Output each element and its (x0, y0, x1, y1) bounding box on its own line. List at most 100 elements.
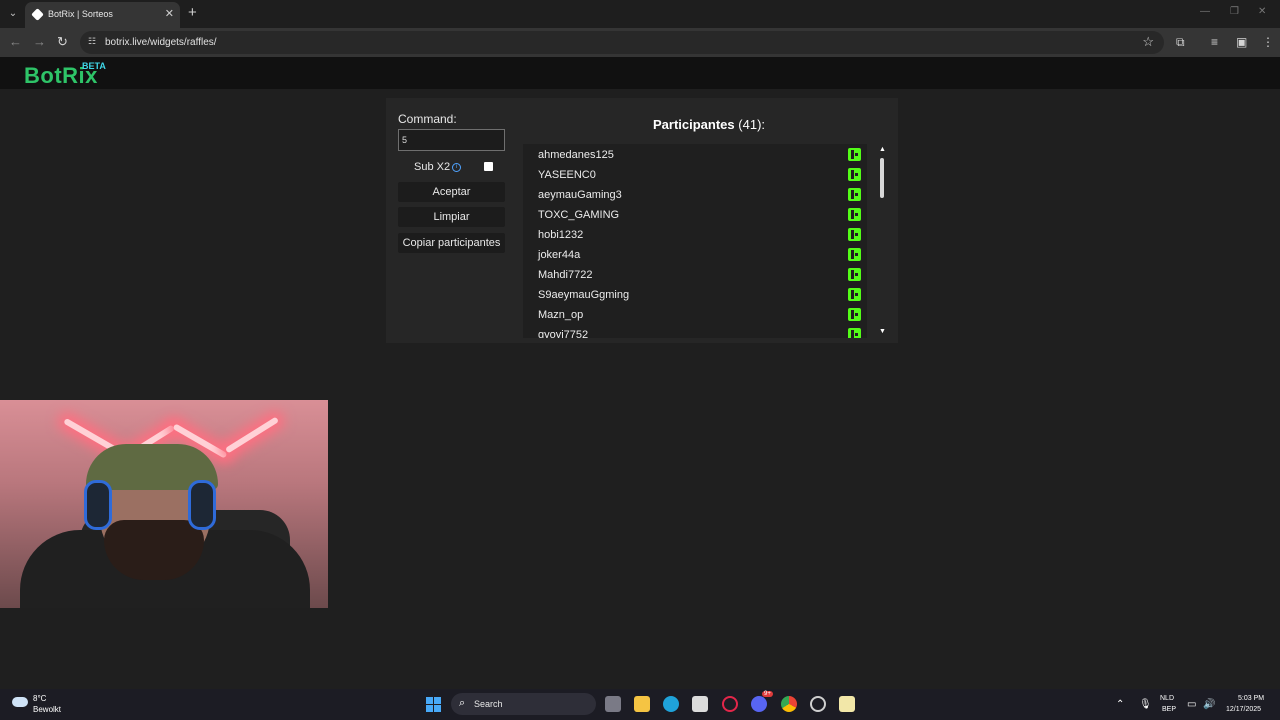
scroll-thumb[interactable] (880, 158, 884, 198)
participant-name: ahmedanes125 (538, 149, 614, 161)
clear-button[interactable]: Limpiar (398, 207, 505, 227)
sub-x2-label: Sub X2 (414, 161, 451, 173)
back-icon[interactable]: ← (9, 34, 22, 49)
copy-participants-button[interactable]: Copiar participantes (398, 233, 505, 253)
kick-icon (848, 308, 861, 321)
reload-icon[interactable]: ↻ (57, 34, 68, 50)
windows-start-icon[interactable] (426, 697, 441, 712)
windows-taskbar: 8°C Bewolkt ⌕ Search 9+ ⌃ 🎙 NLD BEP ▭ 🔊 … (0, 689, 1280, 720)
participant-row: S9aeymauGgming (523, 284, 863, 304)
clock-date[interactable]: 12/17/2025 (1226, 706, 1261, 713)
microphone-icon[interactable]: 🎙 (1139, 699, 1152, 710)
scroll-down-icon[interactable]: ▼ (879, 328, 886, 335)
kick-icon (848, 208, 861, 221)
url-text[interactable]: botrix.live/widgets/raffles/ (105, 37, 217, 48)
language-bottom[interactable]: BEP (1162, 706, 1176, 713)
discord-badge: 9+ (762, 691, 773, 697)
weather-desc[interactable]: Bewolkt (33, 705, 61, 714)
profile-icon[interactable]: ▣ (1236, 35, 1247, 49)
page-content: BotRix BETA Command: Sub X2 i Aceptar Li… (0, 57, 1280, 689)
clock-time[interactable]: 5:03 PM (1238, 695, 1264, 702)
streamer-beard (104, 520, 204, 580)
taskbar-search[interactable]: ⌕ Search (451, 693, 596, 715)
kick-icon (848, 328, 861, 338)
raffle-panel: Command: Sub X2 i Aceptar Limpiar Copiar… (386, 98, 898, 343)
search-icon: ⌕ (459, 697, 466, 709)
tab-close-icon[interactable]: ✕ (165, 7, 174, 20)
botrix-favicon-icon (31, 8, 44, 21)
participant-row: gyoyi7752 (523, 324, 863, 338)
participant-row: Mahdi7722 (523, 264, 863, 284)
participants-count: (41): (738, 117, 766, 132)
chrome-icon[interactable] (781, 696, 797, 712)
obs-icon[interactable] (810, 696, 826, 712)
tab-title: BotRix | Sorteos (48, 9, 113, 19)
address-bar[interactable]: ☷ botrix.live/widgets/raffles/ ☆ (80, 31, 1164, 54)
browser-tabstrip: ⌄ BotRix | Sorteos ✕ + — ❐ ✕ (0, 0, 1280, 28)
sub-x2-checkbox[interactable] (484, 162, 493, 171)
participant-row: joker44a (523, 244, 863, 264)
tab-search-icon[interactable]: ⌄ (5, 6, 21, 22)
weather-temp[interactable]: 8°C (33, 694, 46, 703)
participant-row: aeymauGaming3 (523, 184, 863, 204)
participant-row: ahmedanes125 (523, 144, 863, 164)
extensions-icon[interactable]: ⧉ (1176, 35, 1185, 50)
site-header: BotRix BETA (0, 57, 1280, 89)
tray-chevron-icon[interactable]: ⌃ (1116, 699, 1124, 710)
cloud-icon[interactable] (12, 697, 28, 707)
task-view-icon[interactable] (605, 696, 621, 712)
participant-name: S9aeymauGgming (538, 289, 630, 301)
participant-name: gyoyi7752 (538, 329, 589, 338)
discord-icon[interactable] (751, 696, 767, 712)
kick-icon (848, 188, 861, 201)
participant-row: hobi1232 (523, 224, 863, 244)
language-top[interactable]: NLD (1160, 695, 1174, 702)
kick-icon (848, 168, 861, 181)
list-scrollbar[interactable]: ▲ ▼ (877, 146, 887, 336)
participant-row: YASEENC0 (523, 164, 863, 184)
headphone-right (188, 480, 216, 530)
site-info-icon[interactable]: ☷ (88, 36, 100, 48)
participant-row: TOXC_GAMING (523, 204, 863, 224)
scroll-up-icon[interactable]: ▲ (879, 146, 886, 153)
participant-name: hobi1232 (538, 229, 584, 241)
kick-icon (848, 148, 861, 161)
minimize-icon[interactable]: — (1200, 6, 1210, 17)
participants-label: Participantes (653, 117, 735, 132)
participant-name: TOXC_GAMING (538, 209, 620, 221)
forward-icon[interactable]: → (33, 34, 46, 49)
participant-name: Mahdi7722 (538, 269, 593, 281)
info-icon[interactable]: i (452, 163, 461, 172)
accept-button[interactable]: Aceptar (398, 182, 505, 202)
participant-row: Mazn_op (523, 304, 863, 324)
webcam-overlay (0, 400, 328, 608)
participant-name: aeymauGaming3 (538, 189, 622, 201)
participants-list[interactable]: ahmedanes125 YASEENC0 aeymauGaming3 TOXC… (523, 144, 867, 338)
file-explorer-icon[interactable] (634, 696, 650, 712)
menu-kebab-icon[interactable]: ⋮ (1262, 35, 1274, 49)
neon-light (224, 416, 280, 454)
kick-icon (848, 268, 861, 281)
kick-icon (848, 228, 861, 241)
bookmark-star-icon[interactable]: ☆ (1142, 34, 1154, 50)
command-input[interactable] (398, 129, 505, 151)
network-icon[interactable]: ▭ (1187, 699, 1196, 710)
opera-gx-icon[interactable] (722, 696, 738, 712)
participant-name: Mazn_op (538, 309, 584, 321)
store-icon[interactable] (692, 696, 708, 712)
participant-name: joker44a (538, 249, 581, 261)
browser-tab[interactable]: BotRix | Sorteos ✕ (25, 2, 180, 28)
reading-list-icon[interactable]: ≡ (1211, 35, 1218, 49)
notes-app-icon[interactable] (839, 696, 855, 712)
window-close-icon[interactable]: ✕ (1258, 6, 1266, 17)
kick-icon (848, 288, 861, 301)
maximize-icon[interactable]: ❐ (1230, 6, 1239, 17)
new-tab-icon[interactable]: + (188, 4, 197, 21)
volume-icon[interactable]: 🔊 (1203, 699, 1215, 710)
browser-toolbar: ← → ↻ ☷ botrix.live/widgets/raffles/ ☆ ⧉… (0, 28, 1280, 57)
command-label: Command: (398, 112, 457, 126)
participants-heading: Participantes (41): (653, 117, 765, 132)
kick-icon (848, 248, 861, 261)
edge-icon[interactable] (663, 696, 679, 712)
search-placeholder: Search (474, 699, 503, 709)
